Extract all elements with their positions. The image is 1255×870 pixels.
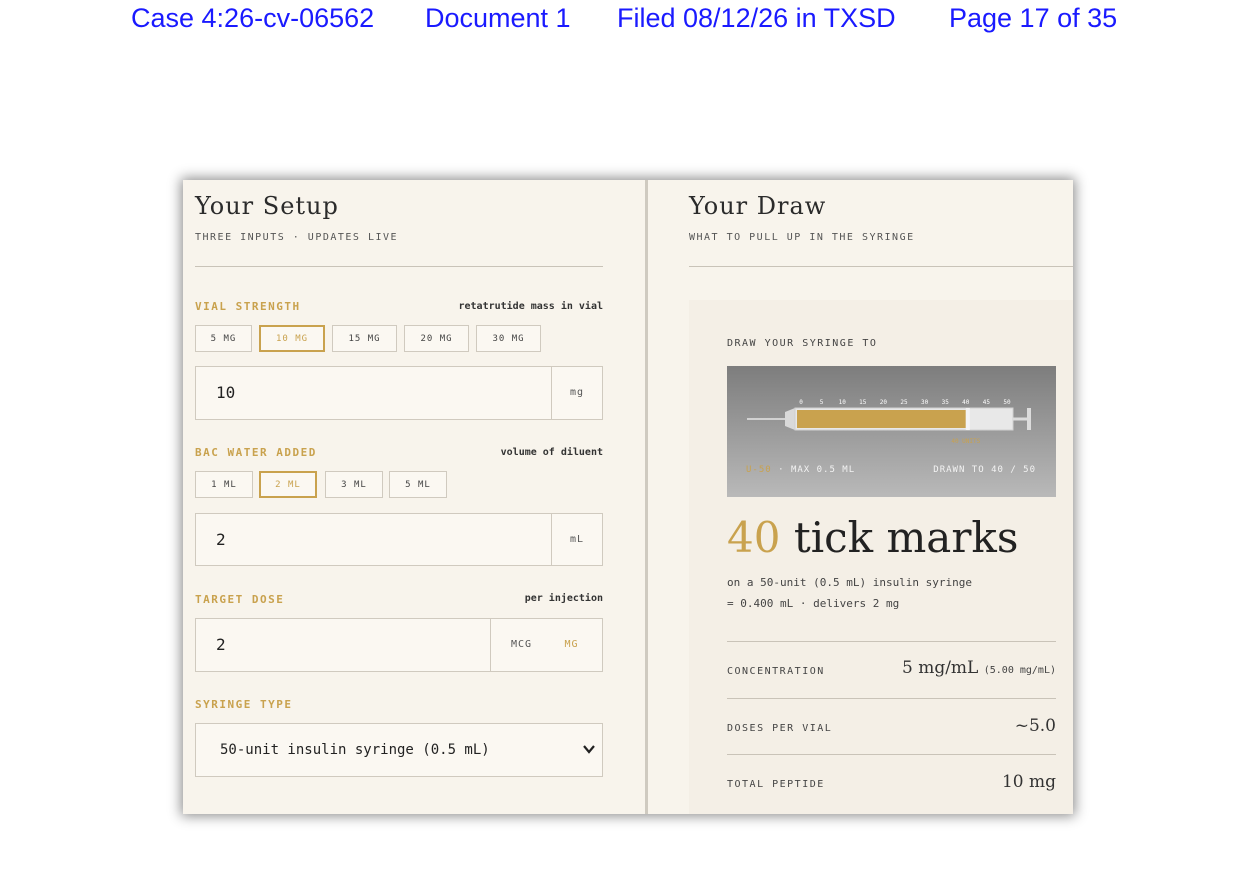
vial-strength-value: 10 xyxy=(216,383,236,402)
volume-delivery-line: = 0.400 mL · delivers 2 mg xyxy=(727,597,900,610)
water-chip-3ml[interactable]: 3 ML xyxy=(325,471,383,498)
tick-marks-result: 40 tick marks xyxy=(727,513,1018,562)
case-number: Case 4:26-cv-06562 xyxy=(131,3,375,33)
syringe-tick-40: 40 xyxy=(962,399,970,406)
vial-strength-label: VIAL STRENGTH xyxy=(195,300,301,313)
unit-mg-option[interactable]: MG xyxy=(547,619,597,671)
document-number: Document 1 xyxy=(425,3,571,33)
bac-water-hint: volume of diluent xyxy=(500,447,603,458)
target-dose-value: 2 xyxy=(216,635,226,654)
units-badge: 40 UNITS xyxy=(951,438,980,445)
vial-strength-unit: mg xyxy=(551,367,602,419)
vial-chip-30mg[interactable]: 30 MG xyxy=(476,325,541,352)
plunger-cap xyxy=(1027,408,1031,430)
syringe-type-select[interactable]: 50-unit insulin syringe (0.5 mL) xyxy=(195,723,603,777)
syringe-tick-20: 20 xyxy=(880,399,888,406)
syringe-type-value: 50-unit insulin syringe (0.5 mL) xyxy=(220,742,490,758)
syringe-tick-0: 0 xyxy=(799,399,803,406)
needle-hub xyxy=(785,408,795,430)
calculator-screenshot: Your Setup THREE INPUTS · UPDATES LIVE V… xyxy=(183,180,1073,814)
bac-water-value: 2 xyxy=(216,530,226,549)
syringe-caption-left: U-50 · MAX 0.5 ML xyxy=(746,465,855,475)
concentration-label: CONCENTRATION xyxy=(727,666,825,677)
target-dose-label: TARGET DOSE xyxy=(195,593,285,606)
syringe-stopper xyxy=(965,408,970,430)
concentration-main: 5 mg/mL xyxy=(901,658,979,678)
syringe-tick-15: 15 xyxy=(859,399,867,406)
syringe-caption-right: DRAWN TO 40 / 50 xyxy=(933,465,1036,475)
water-chip-2ml[interactable]: 2 ML xyxy=(259,471,317,498)
doses-per-vial-value: ~5.0 xyxy=(1014,716,1056,736)
filed-date: Filed 08/12/26 in TXSD xyxy=(617,3,896,33)
vial-chip-10mg[interactable]: 10 MG xyxy=(259,325,325,352)
total-peptide-value: 10 mg xyxy=(1001,772,1056,792)
draw-panel: Your Draw WHAT TO PULL UP IN THE SYRINGE… xyxy=(648,180,1073,814)
target-dose-input[interactable]: 2 MCG MG xyxy=(195,618,603,672)
stats-divider-2 xyxy=(727,698,1056,699)
syringe-type-label: SYRINGE TYPE xyxy=(195,698,293,711)
page-number: Page 17 of 35 xyxy=(949,3,1118,33)
unit-mcg-option[interactable]: MCG xyxy=(497,619,547,671)
chevron-down-icon xyxy=(583,745,595,754)
syringe-tick-50: 50 xyxy=(1003,399,1011,406)
bac-water-label: BAC WATER ADDED xyxy=(195,446,317,459)
draw-title: Your Draw xyxy=(689,192,827,220)
vial-strength-input[interactable]: 10 mg xyxy=(195,366,603,420)
bac-water-input[interactable]: 2 mL xyxy=(195,513,603,566)
filing-header: Case 4:26-cv-06562 Document 1 Filed 08/1… xyxy=(0,3,1255,35)
water-chip-1ml[interactable]: 1 ML xyxy=(195,471,253,498)
dose-unit-toggle: MCG MG xyxy=(490,619,602,671)
bac-water-unit: mL xyxy=(551,514,602,565)
setup-title: Your Setup xyxy=(195,192,339,220)
doses-per-vial-label: DOSES PER VIAL xyxy=(727,723,833,734)
draw-subtitle: WHAT TO PULL UP IN THE SYRINGE xyxy=(689,232,915,243)
stats-divider-3 xyxy=(727,754,1056,755)
vial-chip-15mg[interactable]: 15 MG xyxy=(332,325,397,352)
syringe-tick-45: 45 xyxy=(983,399,991,406)
vial-chip-20mg[interactable]: 20 MG xyxy=(404,325,469,352)
syringe-tick-10: 10 xyxy=(839,399,847,406)
tick-marks-text: tick marks xyxy=(793,513,1019,562)
syringe-tick-25: 25 xyxy=(900,399,908,406)
syringe-tick-5: 5 xyxy=(820,399,824,406)
total-peptide-label: TOTAL PEPTIDE xyxy=(727,779,825,790)
syringe-graphic-panel: 0 5 10 15 20 25 30 35 40 45 50 40 UNITS U-50 · MAX… xyxy=(727,366,1056,497)
syringe-type-code: U-50 xyxy=(746,465,772,475)
syringe-max: · MAX 0.5 ML xyxy=(778,465,856,475)
syringe-illustration: 0 5 10 15 20 25 30 35 40 45 50 40 UNITS xyxy=(747,399,1031,445)
tick-marks-number: 40 xyxy=(727,513,781,562)
vial-chip-5mg[interactable]: 5 MG xyxy=(195,325,252,352)
target-dose-hint: per injection xyxy=(524,593,603,604)
draw-divider xyxy=(689,266,1073,267)
syringe-fill xyxy=(797,410,966,428)
setup-subtitle: THREE INPUTS · UPDATES LIVE xyxy=(195,232,399,243)
setup-panel: Your Setup THREE INPUTS · UPDATES LIVE V… xyxy=(183,180,645,814)
syringe-tick-35: 35 xyxy=(942,399,950,406)
water-chip-5ml[interactable]: 5 ML xyxy=(389,471,447,498)
stats-divider-1 xyxy=(727,641,1056,642)
concentration-value: 5 mg/mL (5.00 mg/mL) xyxy=(902,658,1056,678)
draw-to-label: DRAW YOUR SYRINGE TO xyxy=(727,338,878,349)
syringe-tick-labels: 0 5 10 15 20 25 30 35 40 45 50 xyxy=(799,399,1011,406)
syringe-description: on a 50-unit (0.5 mL) insulin syringe xyxy=(727,576,973,589)
syringe-tick-30: 30 xyxy=(921,399,929,406)
setup-divider xyxy=(195,266,603,267)
concentration-precise: (5.00 mg/mL) xyxy=(983,665,1056,676)
vial-strength-hint: retatrutide mass in vial xyxy=(458,301,604,312)
